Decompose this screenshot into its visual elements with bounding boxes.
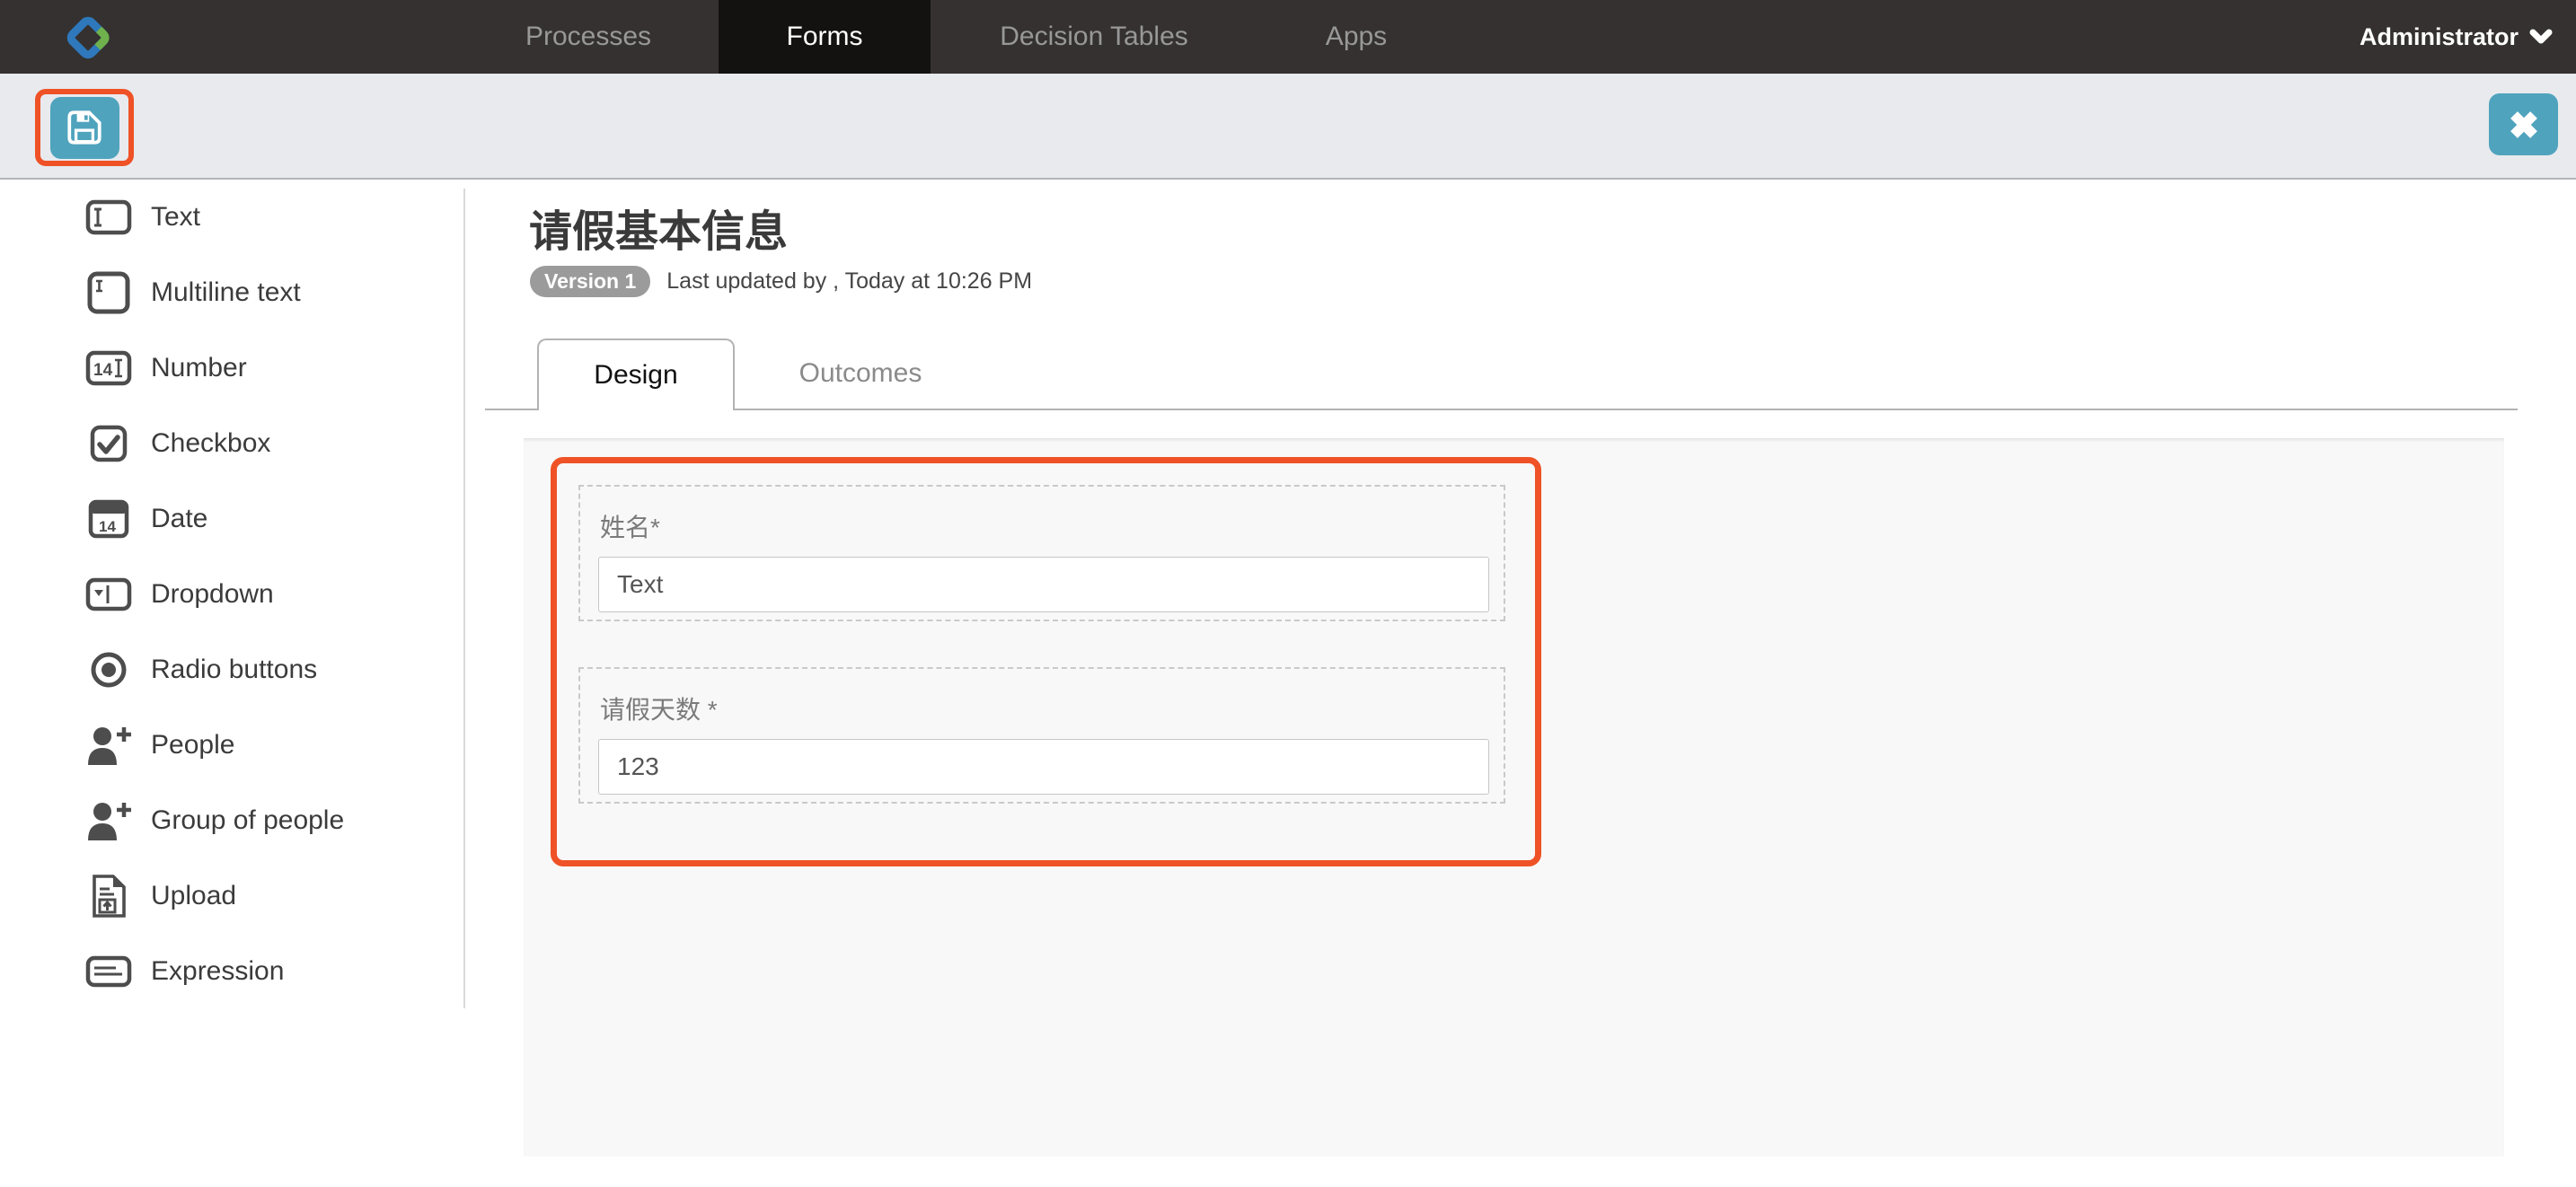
palette-label: People	[151, 730, 234, 761]
save-button[interactable]	[50, 97, 119, 159]
nav-tab-forms[interactable]: Forms	[719, 0, 931, 74]
number-field-icon: 14	[81, 341, 137, 395]
editor-toolbar	[0, 74, 2576, 180]
palette-label: Expression	[151, 956, 284, 987]
field-label: 请假天数 *	[600, 690, 1486, 726]
form-meta: Version 1 Last updated by , Today at 10:…	[530, 266, 1032, 297]
form-field-row-days[interactable]: 请假天数 *	[578, 667, 1505, 804]
tab-outcomes[interactable]: Outcomes	[735, 339, 986, 409]
palette-item-date[interactable]: 14 Date	[0, 481, 464, 557]
palette-item-people[interactable]: People	[0, 708, 464, 783]
form-title: 请假基本信息	[529, 196, 788, 259]
form-designer-app: Processes Forms Decision Tables Apps Adm…	[0, 0, 2576, 1187]
palette-item-checkbox[interactable]: Checkbox	[0, 406, 464, 481]
tab-bottom-line	[485, 409, 2518, 410]
form-field-row-name[interactable]: 姓名*	[578, 485, 1505, 621]
palette-label: Text	[151, 202, 200, 233]
palette-label: Number	[151, 353, 247, 383]
palette-item-upload[interactable]: Upload	[0, 858, 464, 934]
version-badge: Version 1	[530, 266, 650, 297]
palette-item-dropdown[interactable]: Dropdown	[0, 557, 464, 632]
selection-highlight-box: 姓名* 请假天数 *	[551, 457, 1541, 866]
form-canvas[interactable]: 姓名* 请假天数 *	[524, 438, 2504, 1156]
save-button-highlight	[35, 89, 134, 166]
checkbox-icon	[81, 417, 137, 470]
palette-label: Multiline text	[151, 277, 301, 308]
user-menu[interactable]: Administrator	[2360, 0, 2553, 74]
palette-item-number[interactable]: 14 Number	[0, 330, 464, 406]
palette-label: Dropdown	[151, 579, 274, 610]
palette-label: Group of people	[151, 805, 344, 836]
people-icon	[81, 718, 137, 772]
text-field-icon	[81, 190, 137, 244]
palette-label: Date	[151, 504, 207, 534]
palette-label: Radio buttons	[151, 655, 317, 685]
palette-item-radio-buttons[interactable]: Radio buttons	[0, 632, 464, 708]
date-icon: 14	[81, 492, 137, 546]
nav-tab-processes[interactable]: Processes	[495, 0, 682, 74]
group-of-people-icon	[81, 794, 137, 848]
palette-item-multiline-text[interactable]: Multiline text	[0, 255, 464, 330]
diamond-logo-icon[interactable]	[65, 14, 111, 61]
nav-tab-decision-tables[interactable]: Decision Tables	[969, 0, 1219, 74]
field-palette: Text Multiline text 14 Number	[0, 180, 464, 1009]
save-icon	[64, 107, 105, 148]
multiline-text-icon	[81, 266, 137, 320]
field-label: 姓名*	[600, 508, 1486, 544]
palette-item-text[interactable]: Text	[0, 180, 464, 255]
close-icon	[2506, 107, 2542, 143]
dropdown-icon	[81, 567, 137, 621]
nav-tab-apps[interactable]: Apps	[1295, 0, 1417, 74]
svg-text:14: 14	[93, 361, 113, 380]
number-field-input[interactable]	[598, 739, 1489, 795]
palette-item-group-of-people[interactable]: Group of people	[0, 783, 464, 858]
close-button[interactable]	[2489, 93, 2558, 155]
palette-label: Upload	[151, 881, 236, 911]
text-field-input[interactable]	[598, 557, 1489, 612]
tab-design[interactable]: Design	[537, 339, 735, 410]
expression-icon	[81, 945, 137, 998]
upload-icon	[81, 869, 137, 923]
top-navbar: Processes Forms Decision Tables Apps Adm…	[0, 0, 2576, 74]
radio-buttons-icon	[81, 643, 137, 697]
palette-item-expression[interactable]: Expression	[0, 934, 464, 1009]
palette-label: Checkbox	[151, 428, 270, 459]
user-name: Administrator	[2360, 23, 2519, 51]
chevron-down-icon	[2529, 29, 2553, 45]
last-updated-text: Last updated by , Today at 10:26 PM	[666, 268, 1032, 295]
svg-text:14: 14	[99, 518, 116, 535]
